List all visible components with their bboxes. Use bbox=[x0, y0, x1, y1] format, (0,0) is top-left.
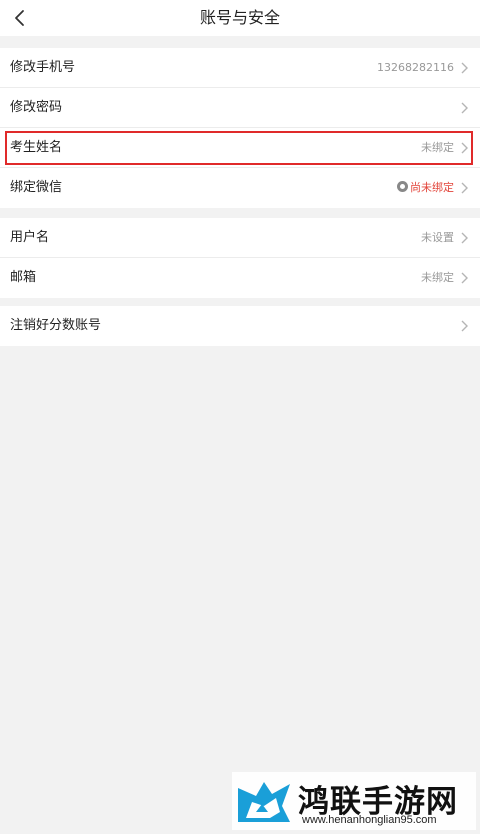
chevron-right-icon bbox=[461, 320, 468, 332]
settings-group-profile: 用户名 未设置 邮箱 未绑定 bbox=[0, 218, 480, 298]
settings-group-danger: 注销好分数账号 bbox=[0, 306, 480, 346]
row-deactivate-account[interactable]: 注销好分数账号 bbox=[0, 306, 480, 346]
phone-number-value: 13268282116 bbox=[377, 61, 454, 74]
watermark: 鸿联手游网 www.henanhonglian95.com bbox=[232, 772, 476, 830]
page-title: 账号与安全 bbox=[199, 8, 280, 27]
row-label: 修改手机号 bbox=[10, 60, 76, 75]
row-change-password[interactable]: 修改密码 bbox=[0, 88, 480, 128]
wechat-icon bbox=[397, 181, 408, 192]
highlight-box bbox=[5, 131, 473, 165]
row-label: 用户名 bbox=[10, 230, 50, 245]
username-status: 未设置 bbox=[421, 231, 454, 244]
row-email[interactable]: 邮箱 未绑定 bbox=[0, 258, 480, 298]
watermark-logo-icon bbox=[238, 782, 290, 822]
row-label: 邮箱 bbox=[10, 270, 37, 285]
wechat-status: 尚未绑定 bbox=[397, 168, 454, 208]
chevron-right-icon bbox=[461, 232, 468, 244]
chevron-right-icon bbox=[461, 182, 468, 194]
row-username[interactable]: 用户名 未设置 bbox=[0, 218, 480, 258]
chevron-right-icon bbox=[461, 102, 468, 114]
row-label: 注销好分数账号 bbox=[10, 318, 102, 333]
nav-bar: 账号与安全 bbox=[0, 0, 480, 36]
watermark-url: www.henanhonglian95.com bbox=[302, 814, 437, 826]
settings-group-account: 修改手机号 13268282116 修改密码 考生姓名 未绑定 绑定微信 尚未绑… bbox=[0, 48, 480, 208]
row-label: 绑定微信 bbox=[10, 180, 63, 195]
row-change-phone[interactable]: 修改手机号 13268282116 bbox=[0, 48, 480, 88]
wechat-status-text: 尚未绑定 bbox=[410, 181, 454, 194]
email-status: 未绑定 bbox=[421, 271, 454, 284]
chevron-right-icon bbox=[461, 272, 468, 284]
chevron-right-icon bbox=[461, 62, 468, 74]
row-bind-wechat[interactable]: 绑定微信 尚未绑定 bbox=[0, 168, 480, 208]
row-label: 修改密码 bbox=[10, 100, 63, 115]
